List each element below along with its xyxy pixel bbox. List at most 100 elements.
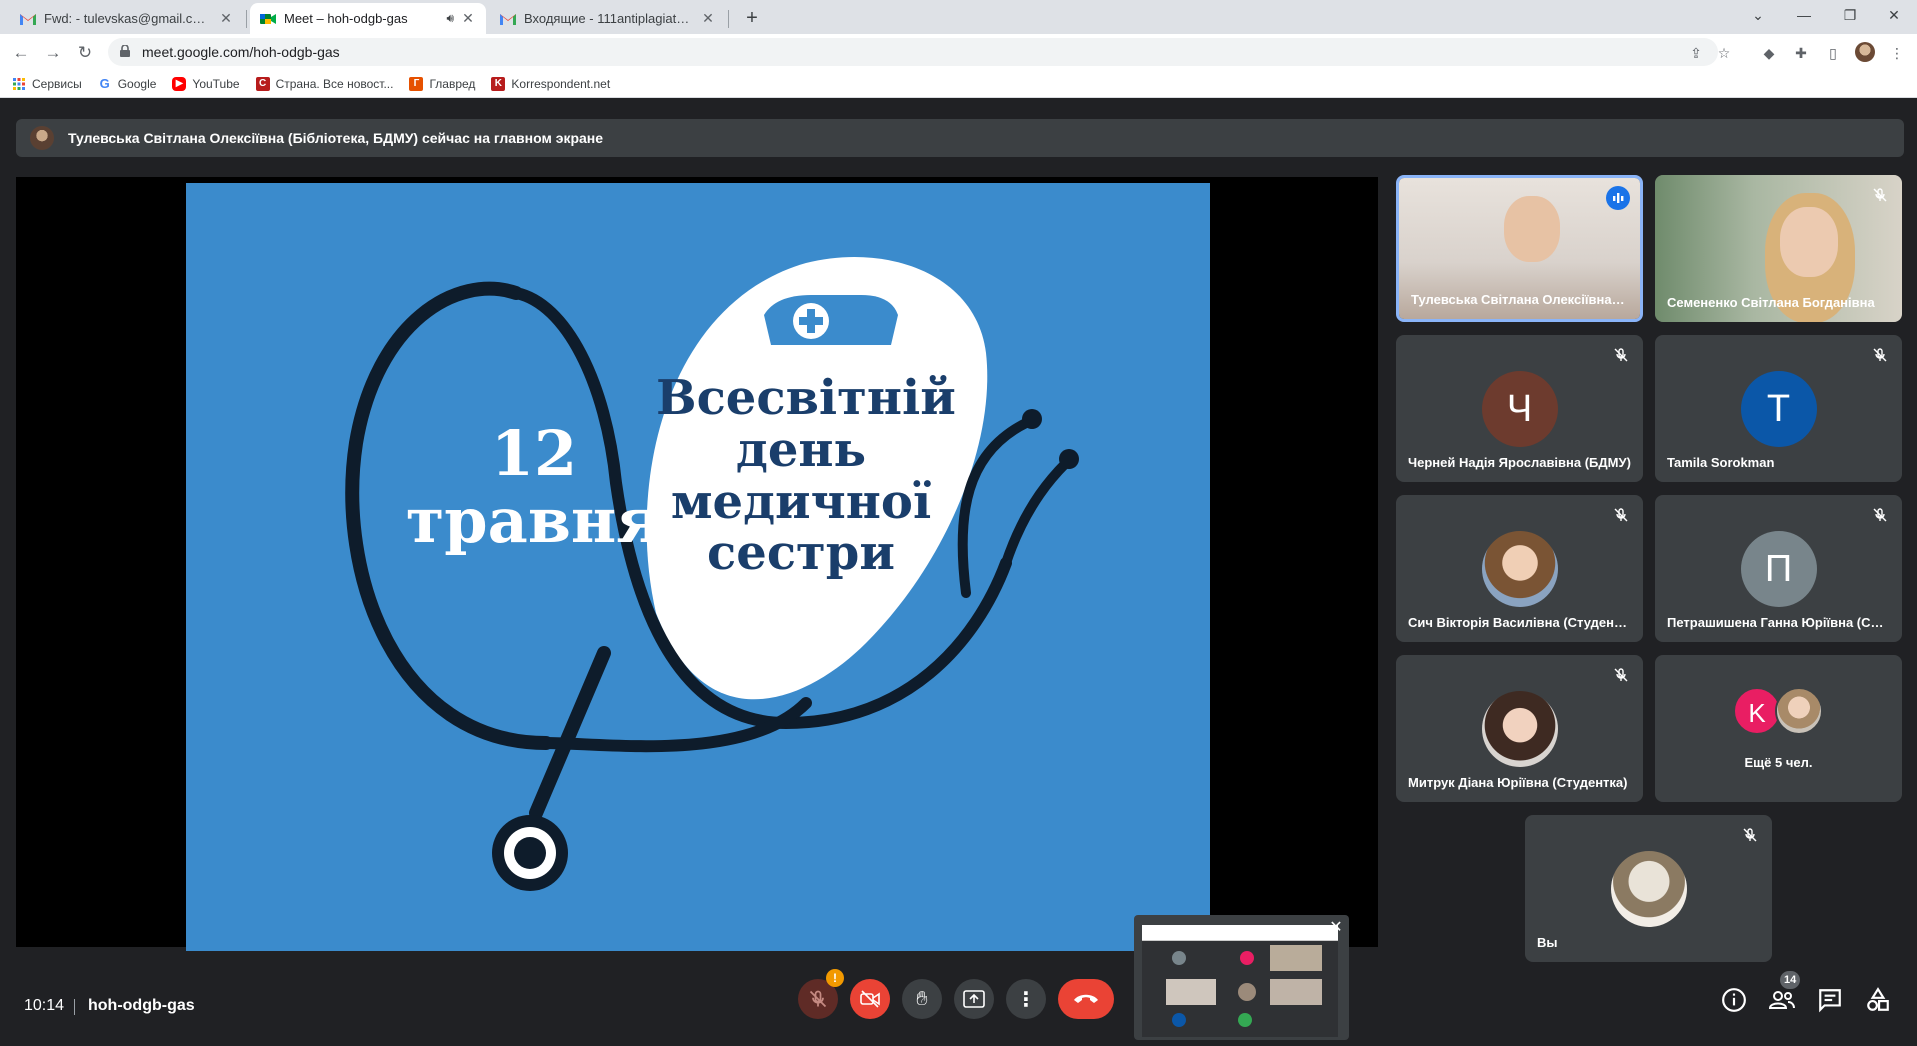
banner-text: Тулевська Світлана Олексіївна (Бібліотек… <box>68 130 604 146</box>
tab-gmail-inbox[interactable]: Входящие - 111antiplagiat1111@gmail.com … <box>490 3 726 34</box>
participant-name: Митрук Діана Юріївна (Студентка) <box>1408 775 1628 790</box>
mic-warning-badge: ! <box>826 969 844 987</box>
close-tab-icon[interactable]: ✕ <box>460 10 476 27</box>
bookmark-youtube[interactable]: ▶ YouTube <box>172 76 240 91</box>
bookmark-label: Страна. Все новост... <box>275 76 394 91</box>
bookmark-korrespondent[interactable]: K Korrespondent.net <box>491 76 611 91</box>
meeting-clock: 10:14 <box>24 997 65 1014</box>
participant-tile[interactable]: П Петрашишена Ганна Юріївна (Студентка) <box>1655 495 1902 642</box>
tab-search-icon[interactable]: ⌄ <box>1735 0 1781 30</box>
meeting-details-icon[interactable] <box>1721 987 1747 1013</box>
participant-name: Тулевська Світлана Олексіївна (Бібліотек… <box>1411 292 1628 307</box>
share-icon[interactable]: ⇪ <box>1686 43 1706 63</box>
activities-icon[interactable] <box>1865 987 1891 1013</box>
presentation-banner: Тулевська Світлана Олексіївна (Бібліотек… <box>16 119 1904 157</box>
address-bar[interactable]: meet.google.com/hoh-odgb-gas ⇪ ☆ <box>108 38 1730 66</box>
tab-meet[interactable]: Meet – hoh-odgb-gas 🔊︎ ✕ <box>250 3 486 34</box>
more-vert-icon: ⋮ <box>1016 988 1036 1011</box>
participant-tile[interactable]: Ч Черней Надія Ярославівна (БДМУ) <box>1396 335 1643 482</box>
speaker-icon[interactable]: 🔊︎ <box>446 11 454 26</box>
gmail-icon <box>20 11 36 27</box>
mic-off-icon <box>1614 348 1628 362</box>
bookmark-strana[interactable]: C Страна. Все новост... <box>255 76 394 91</box>
present-now-button[interactable] <box>954 979 994 1019</box>
close-tab-icon[interactable]: ✕ <box>700 10 716 27</box>
raise-hand-button[interactable]: ✋︎ <box>902 979 942 1019</box>
meeting-controls-bar: 10:14 hoh-odgb-gas ! ✋︎ ⋮ 14 <box>0 959 1917 1046</box>
leave-call-button[interactable] <box>1058 979 1114 1019</box>
youtube-icon: ▶ <box>172 76 187 91</box>
divider <box>74 999 75 1015</box>
participant-photo-avatar <box>1481 691 1558 767</box>
apps-grid-icon <box>12 77 26 91</box>
side-panel-icon[interactable]: ▯ <box>1823 43 1843 63</box>
present-screen-icon <box>963 990 985 1008</box>
self-tile[interactable]: Вы <box>1525 815 1772 962</box>
tab-separator <box>728 10 729 28</box>
bookmark-label: YouTube <box>192 76 240 91</box>
extensions-puzzle-icon[interactable]: ✚ <box>1791 43 1811 63</box>
participant-tile[interactable]: Семененко Світлана Богданівна <box>1655 175 1902 322</box>
korrespondent-icon: K <box>491 76 506 91</box>
reload-icon[interactable]: ↻ <box>72 40 98 66</box>
tab-title: Fwd: - tulevskas@gmail.com - Gmail <box>44 11 212 26</box>
browser-menu-icon[interactable]: ⋮ <box>1887 43 1907 63</box>
tab-title: Meet – hoh-odgb-gas <box>284 11 408 26</box>
people-icon[interactable] <box>1769 987 1795 1013</box>
forward-icon[interactable]: → <box>40 40 66 66</box>
profile-avatar[interactable] <box>1855 42 1875 62</box>
slide-heading-line: сестри <box>707 525 895 582</box>
bookmark-google[interactable]: G Google <box>98 76 157 91</box>
meeting-code: hoh-odgb-gas <box>88 997 195 1014</box>
bookmark-apps[interactable]: Сервисы <box>12 77 82 91</box>
more-avatars: K <box>1733 687 1823 735</box>
participant-avatar: Ч <box>1481 371 1558 447</box>
bookmark-glavred[interactable]: Г Главред <box>409 76 475 91</box>
participant-photo-avatar <box>1775 687 1823 735</box>
google-icon: G <box>99 76 110 91</box>
strana-icon: C <box>255 76 270 91</box>
participant-tile[interactable]: Сич Вікторія Василівна (Студентка) <box>1396 495 1643 642</box>
close-window-icon[interactable]: ✕ <box>1871 0 1917 30</box>
participant-photo-avatar <box>1481 531 1558 607</box>
participant-avatar: П <box>1740 531 1817 607</box>
bookmark-star-icon[interactable]: ☆ <box>1714 43 1734 63</box>
participant-name: Черней Надія Ярославівна (БДМУ) <box>1408 455 1631 470</box>
bookmarks-bar: Сервисы G Google ▶ YouTube C Страна. Все… <box>0 70 1917 98</box>
participant-tile[interactable]: Тулевська Світлана Олексіївна (Бібліотек… <box>1396 175 1643 322</box>
close-pip-icon[interactable]: ✕ <box>1327 919 1345 937</box>
participants-count-badge: 14 <box>1780 971 1801 989</box>
more-participants-label: Ещё 5 чел. <box>1744 755 1813 770</box>
new-tab-button[interactable]: + <box>738 5 766 31</box>
more-options-button[interactable]: ⋮ <box>1006 979 1046 1019</box>
tab-separator <box>246 10 247 28</box>
minimize-icon[interactable]: — <box>1781 0 1827 30</box>
restore-icon[interactable]: ❐ <box>1827 0 1873 30</box>
participant-name: Сич Вікторія Василівна (Студентка) <box>1408 615 1631 630</box>
participant-name: Семененко Світлана Богданівна <box>1667 295 1875 310</box>
slide-heading-line: Всесвітній <box>656 370 956 426</box>
participant-avatar: K <box>1733 687 1781 735</box>
bookmark-label: Korrespondent.net <box>511 76 611 91</box>
mic-off-icon <box>1614 508 1628 522</box>
back-icon[interactable]: ← <box>8 40 34 66</box>
tab-gmail-fwd[interactable]: Fwd: - tulevskas@gmail.com - Gmail ✕ <box>10 3 244 34</box>
more-participants-tile[interactable]: K Ещё 5 чел. <box>1655 655 1902 802</box>
mic-off-icon <box>1873 348 1887 362</box>
participant-tile[interactable]: T Tamila Sorokman <box>1655 335 1902 482</box>
chat-icon[interactable] <box>1817 987 1843 1013</box>
participant-tile[interactable]: Митрук Діана Юріївна (Студентка) <box>1396 655 1643 802</box>
main-stage[interactable]: 12 травня Всесвітній день медичної сестр… <box>16 177 1378 951</box>
toggle-camera-button[interactable] <box>850 979 890 1019</box>
owl-avatar <box>1610 851 1687 927</box>
browser-tabstrip: Fwd: - tulevskas@gmail.com - Gmail ✕ Mee… <box>0 0 1917 34</box>
bookmark-label: Google <box>117 76 157 91</box>
mic-off-icon <box>1873 508 1887 522</box>
extension-icon[interactable]: ◆ <box>1759 43 1779 63</box>
meet-app: Тулевська Світлана Олексіївна (Бібліотек… <box>0 99 1917 1046</box>
slide-date-day: 12 <box>490 417 578 490</box>
close-tab-icon[interactable]: ✕ <box>218 10 234 27</box>
presented-slide: 12 травня Всесвітній день медичної сестр… <box>186 183 1210 951</box>
mic-off-icon <box>1743 828 1757 842</box>
hang-up-icon <box>1074 994 1098 1003</box>
